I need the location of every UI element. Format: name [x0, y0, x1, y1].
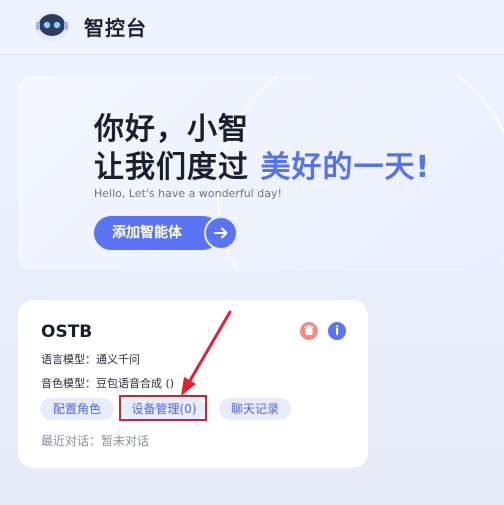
language-model-text: 语言模型：通义千问: [41, 353, 140, 366]
greeting-subtitle: Hello, Let's have a wonderful day!: [94, 187, 282, 200]
config-role-button[interactable]: 配置角色: [40, 398, 114, 420]
trash-icon[interactable]: [300, 322, 318, 340]
info-icon[interactable]: i: [328, 322, 346, 340]
greeting-line2-prefix: 让我们度过: [94, 150, 249, 185]
robot-logo-icon[interactable]: [32, 6, 72, 44]
greeting-line2: 让我们度过 美好的一天!: [94, 142, 430, 186]
arrow-right-icon[interactable]: [204, 216, 238, 250]
agent-card: OSTB i 语言模型：通义千问 音色模型：豆包语音合成 () 配置角色 设备管…: [18, 300, 368, 468]
voice-model-text: 音色模型：豆包语音合成 (): [41, 377, 175, 390]
top-bar: 智控台: [0, 0, 504, 55]
highlight-box: [119, 395, 207, 421]
add-agent-button[interactable]: 添加智能体: [94, 216, 220, 250]
welcome-banner: 你好，小智 让我们度过 美好的一天! Hello, Let's have a w…: [18, 76, 504, 270]
recent-chat-text: 最近对话：暂未对话: [41, 434, 150, 448]
greeting-line2-accent: 美好的一天!: [260, 150, 431, 185]
agent-name: OSTB: [41, 322, 93, 342]
chat-log-button[interactable]: 聊天记录: [219, 398, 291, 420]
app-title: 智控台: [84, 16, 147, 40]
